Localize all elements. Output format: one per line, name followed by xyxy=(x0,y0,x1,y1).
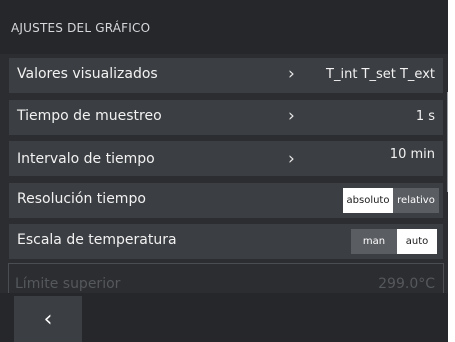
displayed-values-row[interactable]: Valores visualizados › T_int T_set T_ext xyxy=(9,58,443,93)
chevron-right-icon: › xyxy=(288,106,295,126)
sampling-time-value: 1 s xyxy=(415,109,435,124)
chart-settings-screen: AJUSTES DEL GRÁFICO Valores visualizados… xyxy=(0,0,448,342)
time-interval-row[interactable]: Intervalo de tiempo › 10 min xyxy=(9,141,443,176)
upper-limit-value: 299.0°C xyxy=(378,276,435,292)
chevron-right-icon: › xyxy=(288,64,295,84)
sampling-time-row[interactable]: Tiempo de muestreo › 1 s xyxy=(9,100,443,135)
time-resolution-label: Resolución tiempo xyxy=(17,191,146,207)
temperature-scale-label: Escala de temperatura xyxy=(17,232,177,248)
time-resolution-row: Resolución tiempo absoluto relativo xyxy=(9,183,443,218)
upper-limit-row[interactable]: Límite superior 299.0°C xyxy=(8,263,444,295)
auto-option[interactable]: auto xyxy=(397,229,437,254)
time-resolution-toggle[interactable]: absoluto relativo xyxy=(343,188,439,213)
time-interval-value: 10 min xyxy=(389,147,435,162)
time-interval-label: Intervalo de tiempo xyxy=(17,151,155,167)
upper-limit-label: Límite superior xyxy=(15,276,121,292)
temperature-scale-row: Escala de temperatura man auto xyxy=(9,224,443,259)
displayed-values-value: T_int T_set T_ext xyxy=(326,67,435,82)
sampling-time-label: Tiempo de muestreo xyxy=(17,108,162,124)
scrollbar[interactable] xyxy=(447,92,448,192)
manual-option[interactable]: man xyxy=(351,229,397,254)
displayed-values-label: Valores visualizados xyxy=(17,66,158,82)
temperature-scale-toggle[interactable]: man auto xyxy=(351,229,437,254)
relative-option[interactable]: relativo xyxy=(393,188,439,213)
chevron-right-icon: › xyxy=(288,149,295,169)
chevron-left-icon: ‹ xyxy=(43,306,53,332)
screen-edge xyxy=(450,0,455,342)
absolute-option[interactable]: absoluto xyxy=(343,188,393,213)
back-button[interactable]: ‹ xyxy=(14,296,82,342)
header-bar: AJUSTES DEL GRÁFICO xyxy=(0,0,448,54)
page-title: AJUSTES DEL GRÁFICO xyxy=(11,21,151,35)
